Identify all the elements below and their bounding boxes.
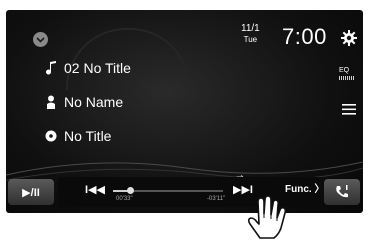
list-icon [342,104,356,115]
list-button[interactable] [342,102,356,120]
settings-button[interactable] [341,30,357,51]
disc-icon [44,130,58,142]
func-button[interactable]: Func. 〉 [285,180,324,195]
date-display: 11/1 Tue [241,24,260,45]
previous-track-button[interactable]: I◀◀ [85,183,105,196]
eq-label: EQ [339,67,350,74]
elapsed-time: 00'33" [116,196,133,202]
cd-artwork-placeholder [66,28,190,90]
artist-name: No Name [64,94,124,110]
song-row: 02 No Title [44,60,131,76]
song-title: 02 No Title [64,60,131,76]
seek-bar[interactable] [113,187,223,194]
eq-icon [339,76,355,80]
play-pause-button[interactable]: ▶/II [8,179,54,205]
day-text: Tue [243,35,258,44]
chevron-right-icon: 〉 [311,184,325,195]
phone-button[interactable] [324,179,360,205]
album-row: No Title [44,128,111,144]
touch-hand-icon [240,188,290,245]
clock: 7:00 [282,24,327,49]
settings-gear-icon [341,30,357,46]
date-text: 11/1 [241,23,260,34]
phone-icon [336,185,348,198]
chevron-down-icon [36,36,45,43]
album-title: No Title [64,128,112,144]
eq-button[interactable]: EQ [339,67,355,80]
seek-bar-knob[interactable] [126,187,134,194]
person-icon [44,95,58,109]
source-menu-button[interactable] [33,32,48,47]
music-note-icon [44,61,58,75]
remaining-time: -03'11" [207,196,226,202]
artist-row: No Name [44,94,123,110]
